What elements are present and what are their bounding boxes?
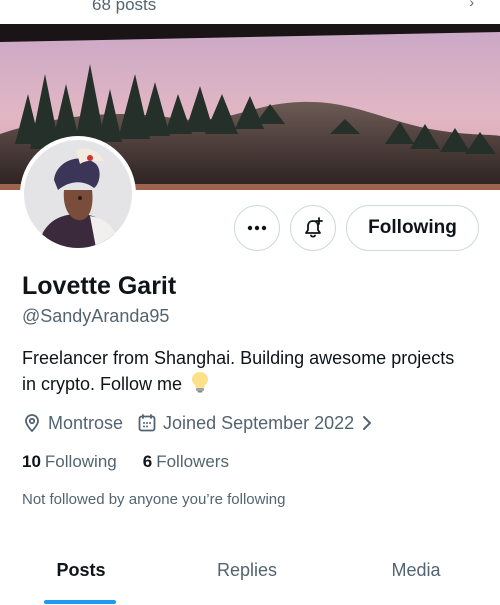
calendar-icon	[138, 414, 156, 432]
top-right-chevron-icon[interactable]: ›	[469, 0, 474, 10]
following-count-link[interactable]: 10 Following	[22, 452, 117, 472]
following-count: 10	[22, 452, 41, 471]
followers-count: 6	[142, 452, 153, 471]
location-pin-icon	[25, 414, 39, 433]
followers-label: Followers	[156, 452, 229, 471]
joined-text: Joined September 2022	[163, 412, 355, 433]
post-count: 68 posts	[92, 0, 157, 14]
bio-text: Freelancer from Shanghai. Building aweso…	[22, 348, 455, 394]
chevron-right-icon	[363, 416, 372, 430]
more-dots-icon	[247, 225, 267, 231]
tab-media[interactable]: Media	[332, 548, 500, 605]
mutual-followers-note: Not followed by anyone you’re following	[22, 491, 286, 508]
following-button[interactable]: Following	[346, 205, 479, 251]
notification-bell-plus-icon	[305, 217, 323, 238]
followers-count-link[interactable]: 6 Followers	[143, 452, 229, 472]
follow-counts: 10 Following 6 Followers	[22, 452, 255, 472]
tab-label: Posts	[56, 560, 106, 580]
tab-label: Replies	[216, 560, 278, 580]
profile-tabs: Posts Replies Media	[0, 548, 500, 605]
join-date[interactable]: Joined September 2022	[137, 413, 378, 434]
notifications-button[interactable]	[290, 205, 336, 251]
display-name: Lovette Garit	[22, 272, 177, 300]
avatar-image	[24, 140, 132, 248]
tab-posts[interactable]: Posts	[0, 548, 162, 605]
user-handle: @SandyAranda95	[22, 306, 170, 326]
location: Montrose	[22, 413, 123, 434]
more-options-button[interactable]	[234, 205, 280, 251]
active-tab-indicator	[44, 600, 116, 604]
profile-meta: Montrose Joined September 2022	[22, 410, 392, 436]
profile-bio: Freelancer from Shanghai. Building aweso…	[22, 345, 462, 400]
tab-replies[interactable]: Replies	[162, 548, 332, 605]
tab-label: Media	[391, 560, 441, 580]
top-bar: 68 posts ›	[0, 0, 500, 24]
lightbulb-emoji-icon	[191, 371, 209, 400]
location-text: Montrose	[48, 412, 124, 433]
profile-avatar[interactable]	[20, 136, 136, 252]
following-label: Following	[44, 452, 117, 471]
